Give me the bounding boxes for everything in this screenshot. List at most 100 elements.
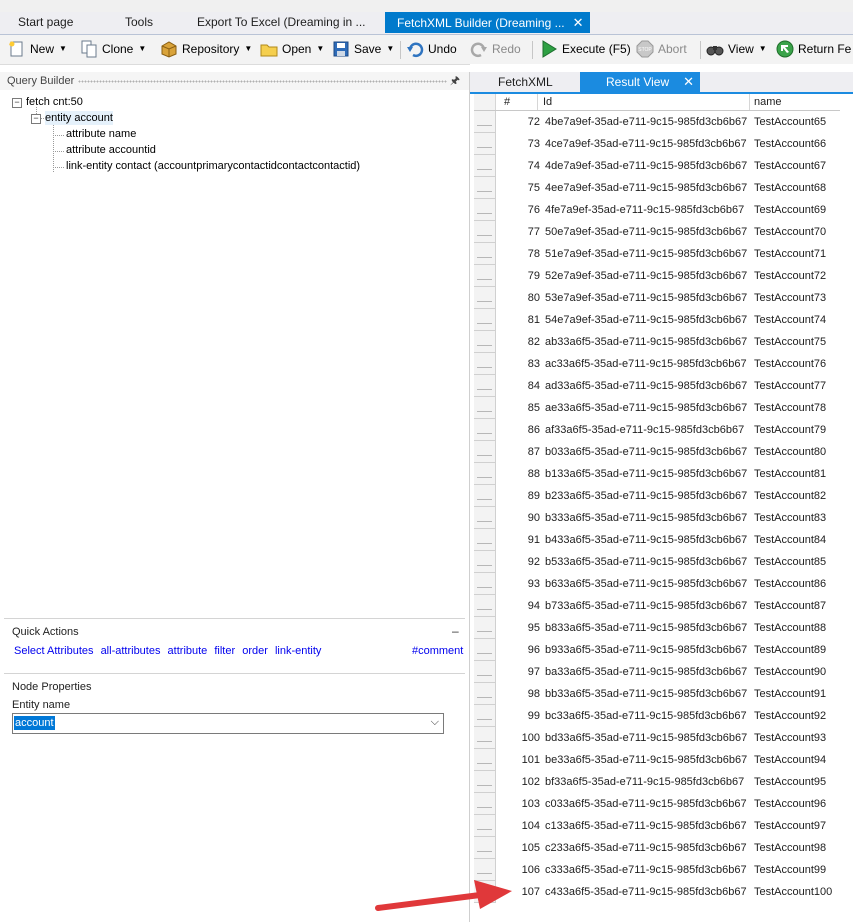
tab-fetchxml-builder[interactable]: FetchXML Builder (Dreaming ... ✕ (385, 12, 590, 33)
dropdown-arrow-icon[interactable]: ▼ (759, 38, 767, 60)
dropdown-arrow-icon[interactable]: ▼ (138, 38, 146, 60)
row-selector[interactable] (474, 397, 496, 419)
new-button[interactable]: New ▼ (8, 38, 67, 60)
entity-name-combobox[interactable]: account ⌵ (12, 713, 444, 734)
tree-node-link-entity[interactable]: link-entity contact (accountprimaryconta… (66, 159, 360, 173)
row-selector[interactable] (474, 265, 496, 287)
table-row[interactable]: 77 50e7a9ef-35ad-e711-9c15-985fd3cb6b67 Te… (474, 221, 840, 243)
row-selector[interactable] (474, 177, 496, 199)
row-selector[interactable] (474, 837, 496, 859)
row-selector[interactable] (474, 529, 496, 551)
view-button[interactable]: View ▼ (706, 38, 767, 60)
entity-name-value[interactable]: account (14, 716, 55, 730)
table-row[interactable]: 87 b033a6f5-35ad-e711-9c15-985fd3cb6b67 Te… (474, 441, 840, 463)
quick-action-attribute[interactable]: attribute (168, 645, 208, 657)
close-icon[interactable]: ✕ (683, 72, 694, 92)
table-row[interactable]: 72 4be7a9ef-35ad-e711-9c15-985fd3cb6b67 Te… (474, 111, 840, 133)
row-selector[interactable] (474, 727, 496, 749)
table-row[interactable]: 82 ab33a6f5-35ad-e711-9c15-985fd3cb6b67 Te… (474, 331, 840, 353)
table-row[interactable]: 83 ac33a6f5-35ad-e711-9c15-985fd3cb6b67 Te… (474, 353, 840, 375)
row-selector[interactable] (474, 111, 496, 133)
row-selector[interactable] (474, 485, 496, 507)
table-row[interactable]: 86 af33a6f5-35ad-e711-9c15-985fd3cb6b67 Te… (474, 419, 840, 441)
row-selector[interactable] (474, 639, 496, 661)
row-selector[interactable] (474, 881, 496, 903)
open-button[interactable]: Open ▼ (260, 38, 324, 60)
quick-action-comment[interactable]: #comment (412, 645, 463, 657)
table-row[interactable]: 103 c033a6f5-35ad-e711-9c15-985fd3cb6b67 T… (474, 793, 840, 815)
chevron-down-icon[interactable]: ⌵ (431, 716, 439, 729)
table-row[interactable]: 97 ba33a6f5-35ad-e711-9c15-985fd3cb6b67 Te… (474, 661, 840, 683)
panel-splitter[interactable] (4, 618, 465, 619)
row-selector[interactable] (474, 133, 496, 155)
table-row[interactable]: 95 b833a6f5-35ad-e711-9c15-985fd3cb6b67 Te… (474, 617, 840, 639)
row-selector[interactable] (474, 155, 496, 177)
return-button[interactable]: Return Fe (776, 38, 851, 60)
tree-node-attribute-accountid[interactable]: attribute accountid (66, 143, 156, 157)
table-row[interactable]: 107 c433a6f5-35ad-e711-9c15-985fd3cb6b67 T… (474, 881, 840, 903)
row-selector[interactable] (474, 573, 496, 595)
table-row[interactable]: 102 bf33a6f5-35ad-e711-9c15-985fd3cb6b67 T… (474, 771, 840, 793)
row-selector[interactable] (474, 617, 496, 639)
pin-icon[interactable]: 🖈 (450, 72, 460, 90)
row-selector[interactable] (474, 243, 496, 265)
table-row[interactable]: 93 b633a6f5-35ad-e711-9c15-985fd3cb6b67 Te… (474, 573, 840, 595)
row-selector[interactable] (474, 815, 496, 837)
table-row[interactable]: 76 4fe7a9ef-35ad-e711-9c15-985fd3cb6b67 Te… (474, 199, 840, 221)
collapse-toggle-icon[interactable]: − (31, 114, 41, 124)
table-row[interactable]: 78 51e7a9ef-35ad-e711-9c15-985fd3cb6b67 Te… (474, 243, 840, 265)
tab-tools[interactable]: Tools (125, 12, 153, 33)
row-selector[interactable] (474, 463, 496, 485)
row-selector[interactable] (474, 287, 496, 309)
undo-button[interactable]: Undo (406, 38, 457, 60)
dropdown-arrow-icon[interactable]: ▼ (59, 38, 67, 60)
abort-button[interactable]: STOP Abort (636, 38, 687, 60)
repository-button[interactable]: Repository ▼ (160, 38, 252, 60)
table-row[interactable]: 101 be33a6f5-35ad-e711-9c15-985fd3cb6b67 T… (474, 749, 840, 771)
table-row[interactable]: 100 bd33a6f5-35ad-e711-9c15-985fd3cb6b67 T… (474, 727, 840, 749)
table-row[interactable]: 80 53e7a9ef-35ad-e711-9c15-985fd3cb6b67 Te… (474, 287, 840, 309)
row-selector[interactable] (474, 859, 496, 881)
table-row[interactable]: 106 c333a6f5-35ad-e711-9c15-985fd3cb6b67 T… (474, 859, 840, 881)
table-row[interactable]: 92 b533a6f5-35ad-e711-9c15-985fd3cb6b67 Te… (474, 551, 840, 573)
tab-export-to-excel[interactable]: Export To Excel (Dreaming in ... (197, 12, 366, 33)
table-row[interactable]: 90 b333a6f5-35ad-e711-9c15-985fd3cb6b67 Te… (474, 507, 840, 529)
row-selector[interactable] (474, 353, 496, 375)
tree-node-attribute-name[interactable]: attribute name (66, 127, 136, 141)
row-selector[interactable] (474, 551, 496, 573)
table-row[interactable]: 94 b733a6f5-35ad-e711-9c15-985fd3cb6b67 Te… (474, 595, 840, 617)
tab-start-page[interactable]: Start page (18, 12, 73, 33)
quick-action-link-entity[interactable]: link-entity (275, 645, 321, 657)
clone-button[interactable]: Clone ▼ (80, 38, 146, 60)
redo-button[interactable]: Redo (470, 38, 521, 60)
quick-action-filter[interactable]: filter (214, 645, 235, 657)
row-selector[interactable] (474, 419, 496, 441)
table-row[interactable]: 99 bc33a6f5-35ad-e711-9c15-985fd3cb6b67 Te… (474, 705, 840, 727)
execute-button[interactable]: Execute (F5) (540, 38, 631, 60)
row-selector[interactable] (474, 749, 496, 771)
collapse-toggle-icon[interactable]: − (12, 98, 22, 108)
row-selector[interactable] (474, 771, 496, 793)
row-selector[interactable] (474, 507, 496, 529)
quick-action-order[interactable]: order (242, 645, 268, 657)
table-row[interactable]: 73 4ce7a9ef-35ad-e711-9c15-985fd3cb6b67 Te… (474, 133, 840, 155)
row-selector[interactable] (474, 221, 496, 243)
row-selector[interactable] (474, 661, 496, 683)
column-header-number[interactable]: # (496, 94, 538, 110)
tree-node-entity[interactable]: entity account (45, 111, 113, 125)
column-header-name[interactable]: name (750, 94, 840, 110)
dropdown-arrow-icon[interactable]: ▼ (244, 38, 252, 60)
table-row[interactable]: 84 ad33a6f5-35ad-e711-9c15-985fd3cb6b67 Te… (474, 375, 840, 397)
row-selector[interactable] (474, 793, 496, 815)
tree-node-fetch[interactable]: fetch cnt:50 (26, 95, 83, 109)
row-selector[interactable] (474, 595, 496, 617)
save-button[interactable]: Save ▼ (332, 38, 394, 60)
quick-action-select-attributes[interactable]: Select Attributes (14, 645, 94, 657)
table-row[interactable]: 85 ae33a6f5-35ad-e711-9c15-985fd3cb6b67 Te… (474, 397, 840, 419)
table-row[interactable]: 74 4de7a9ef-35ad-e711-9c15-985fd3cb6b67 Te… (474, 155, 840, 177)
collapse-dash-icon[interactable]: – (452, 624, 459, 638)
row-selector[interactable] (474, 683, 496, 705)
table-row[interactable]: 79 52e7a9ef-35ad-e711-9c15-985fd3cb6b67 Te… (474, 265, 840, 287)
table-row[interactable]: 91 b433a6f5-35ad-e711-9c15-985fd3cb6b67 Te… (474, 529, 840, 551)
table-row[interactable]: 98 bb33a6f5-35ad-e711-9c15-985fd3cb6b67 Te… (474, 683, 840, 705)
